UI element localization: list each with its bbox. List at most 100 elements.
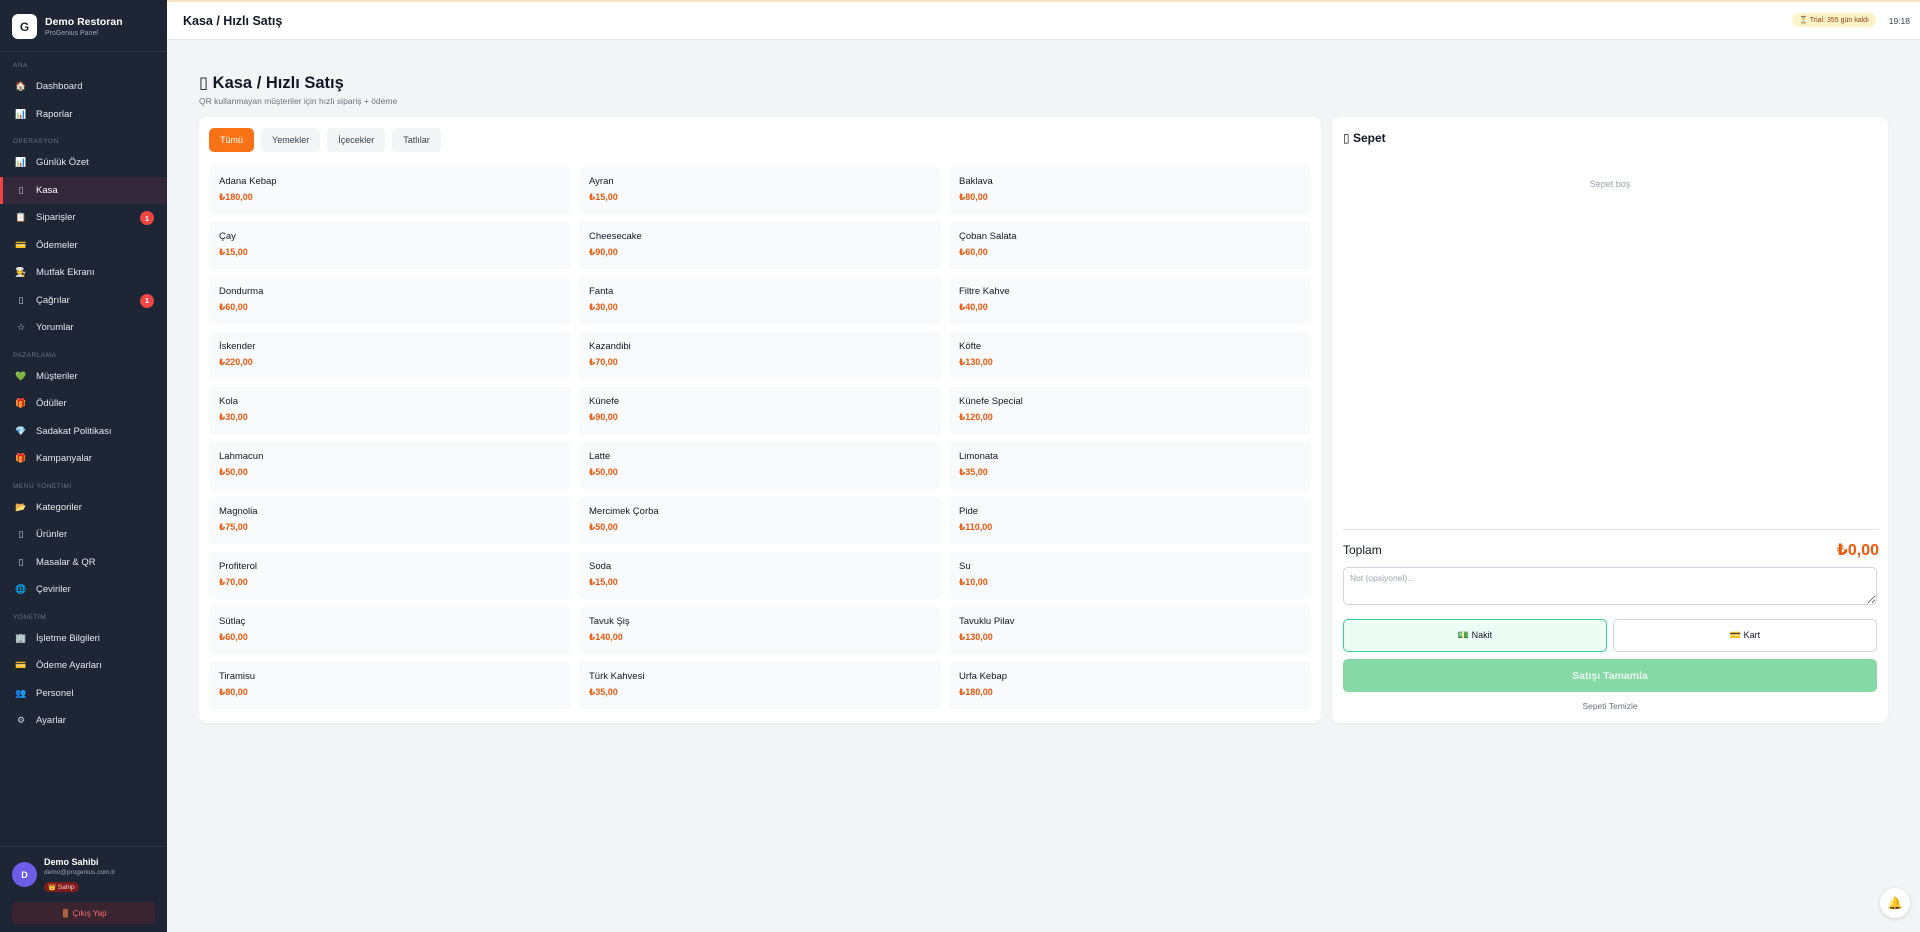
product-name: Profiterol (219, 561, 258, 572)
product-card[interactable]: Tiramisu ₺80,00 (209, 662, 571, 709)
product-name: Adana Kebap (219, 176, 277, 187)
product-price: ₺140,00 (589, 632, 623, 642)
logout-button[interactable]: 🚪 Çıkış Yap (12, 902, 155, 924)
product-card[interactable]: İskender ₺220,00 (209, 332, 571, 379)
brand[interactable]: G Demo Restoran ProGenius Panel (0, 0, 167, 52)
category-tab[interactable]: Tatlılar (392, 128, 441, 152)
user-box: D Demo Sahibi demo@progenius.com.tr 👑 Sa… (0, 846, 167, 932)
clear-cart-button[interactable]: Sepeti Temizle (1332, 701, 1888, 711)
product-card[interactable]: Tavuk Şiş ₺140,00 (579, 607, 941, 654)
product-card[interactable]: Filtre Kahve ₺40,00 (949, 277, 1311, 324)
sidebar-section-title: PAZARLAMA (13, 351, 57, 359)
page-title: ▯ Kasa / Hızlı Satış (199, 74, 344, 92)
count-badge: 1 (140, 211, 154, 225)
sidebar-item[interactable]: 🎁 Ödüller (0, 390, 167, 418)
sidebar-item-label: Günlük Özet (36, 157, 89, 169)
cash-button[interactable]: 💵 Nakit (1343, 619, 1607, 652)
product-card[interactable]: Kazandibi ₺70,00 (579, 332, 941, 379)
product-card[interactable]: Latte ₺50,00 (579, 442, 941, 489)
product-card[interactable]: Urfa Kebap ₺180,00 (949, 662, 1311, 709)
product-price: ₺15,00 (589, 192, 618, 202)
product-name: Soda (589, 561, 612, 572)
product-name: Tavuk Şiş (589, 616, 630, 627)
product-card[interactable]: Su ₺10,00 (949, 552, 1311, 599)
sidebar-item[interactable]: ⚙ Ayarlar (0, 707, 167, 735)
customers-icon: 💚 (15, 370, 27, 381)
product-name: Sütlaç (219, 616, 246, 627)
complete-sale-button[interactable]: Satışı Tamamla (1343, 659, 1877, 692)
product-name: Pide (959, 506, 979, 517)
product-name: Latte (589, 451, 611, 462)
sidebar-item[interactable]: 📋 Siparişler 1 (0, 204, 167, 232)
product-price: ₺110,00 (959, 522, 993, 532)
sidebar-item[interactable]: ▯ Masalar & QR (0, 549, 167, 577)
sidebar-item[interactable]: 📂 Kategoriler (0, 494, 167, 522)
products-icon: ▯ (18, 529, 24, 540)
product-card[interactable]: Ayran ₺15,00 (579, 167, 941, 214)
card-button[interactable]: 💳 Kart (1613, 619, 1877, 652)
brand-subtitle: ProGenius Panel (45, 30, 98, 37)
sidebar-item[interactable]: 💎 Sadakat Politikası (0, 418, 167, 446)
product-card[interactable]: Kola ₺30,00 (209, 387, 571, 434)
rewards-icon: 🎁 (15, 398, 27, 409)
bell-icon[interactable]: 🔔 (1880, 888, 1910, 918)
sidebar-item[interactable]: ▯ Çağrılar 1 (0, 287, 167, 315)
product-card[interactable]: Fanta ₺30,00 (579, 277, 941, 324)
product-price: ₺75,00 (219, 522, 248, 532)
product-card[interactable]: Köfte ₺130,00 (949, 332, 1311, 379)
sidebar-item[interactable]: 🎁 Kampanyalar (0, 445, 167, 473)
product-card[interactable]: Soda ₺15,00 (579, 552, 941, 599)
product-card[interactable]: Limonata ₺35,00 (949, 442, 1311, 489)
sidebar-item[interactable]: 🌐 Çeviriler (0, 576, 167, 604)
sidebar-item[interactable]: 📊 Raporlar (0, 101, 167, 129)
product-card[interactable]: Tavuklu Pilav ₺130,00 (949, 607, 1311, 654)
product-price: ₺90,00 (589, 412, 618, 422)
product-card[interactable]: Pide ₺110,00 (949, 497, 1311, 544)
staff-icon: 👥 (15, 687, 27, 698)
product-card[interactable]: Adana Kebap ₺180,00 (209, 167, 571, 214)
product-card[interactable]: Dondurma ₺60,00 (209, 277, 571, 324)
product-card[interactable]: Baklava ₺80,00 (949, 167, 1311, 214)
sidebar-item[interactable]: 🏠 Dashboard (0, 73, 167, 101)
sidebar-item[interactable]: ▯ Kasa (0, 176, 167, 204)
sidebar-item[interactable]: 👥 Personel (0, 680, 167, 708)
product-card[interactable]: Çoban Salata ₺60,00 (949, 222, 1311, 269)
product-name: Magnolia (219, 506, 258, 517)
sidebar-item[interactable]: 💳 Ödeme Ayarları (0, 652, 167, 680)
product-card[interactable]: Magnolia ₺75,00 (209, 497, 571, 544)
product-card[interactable]: Künefe ₺90,00 (579, 387, 941, 434)
sidebar-item-label: Dashboard (36, 81, 83, 93)
product-card[interactable]: Çay ₺15,00 (209, 222, 571, 269)
product-card[interactable]: Türk Kahvesi ₺35,00 (579, 662, 941, 709)
topbar: Kasa / Hızlı Satış ⏳ Trial: 355 gün kald… (167, 0, 1920, 40)
sidebar-item[interactable]: 📊 Günlük Özet (0, 149, 167, 177)
sidebar-item[interactable]: ▯ Ürünler (0, 521, 167, 549)
sidebar-item[interactable]: 🏢 İşletme Bilgileri (0, 625, 167, 653)
note-field[interactable] (1343, 567, 1877, 605)
sidebar-item[interactable]: 💳 Ödemeler (0, 232, 167, 260)
product-price: ₺180,00 (959, 687, 993, 697)
product-price: ₺30,00 (219, 412, 248, 422)
product-card[interactable]: Mercimek Çorba ₺50,00 (579, 497, 941, 544)
product-card[interactable]: Sütlaç ₺60,00 (209, 607, 571, 654)
product-card[interactable]: Profiterol ₺70,00 (209, 552, 571, 599)
product-name: Su (959, 561, 971, 572)
product-grid: Adana Kebap ₺180,00 Ayran ₺15,00 Baklava ₺80,… (209, 167, 1311, 709)
category-tab[interactable]: İçecekler (327, 128, 386, 152)
sidebar-item[interactable]: 💚 Müşteriler (0, 363, 167, 391)
product-price: ₺15,00 (219, 247, 248, 257)
category-tab[interactable]: Tümü (209, 128, 255, 152)
product-name: Lahmacun (219, 451, 264, 462)
product-name: Urfa Kebap (959, 671, 1008, 682)
product-name: Künefe Special (959, 396, 1023, 407)
product-card[interactable]: Künefe Special ₺120,00 (949, 387, 1311, 434)
product-name: Kazandibi (589, 341, 631, 352)
sidebar-item-label: Çağrılar (36, 294, 70, 306)
sidebar-item-label: Raporlar (36, 108, 73, 120)
trial-badge: ⏳ Trial: 355 gün kaldı (1792, 13, 1876, 27)
category-tab[interactable]: Yemekler (261, 128, 321, 152)
sidebar-item[interactable]: 👨‍🍳 Mutfak Ekranı (0, 259, 167, 287)
product-card[interactable]: Cheesecake ₺90,00 (579, 222, 941, 269)
product-card[interactable]: Lahmacun ₺50,00 (209, 442, 571, 489)
sidebar-item[interactable]: ☆ Yorumlar (0, 314, 167, 342)
